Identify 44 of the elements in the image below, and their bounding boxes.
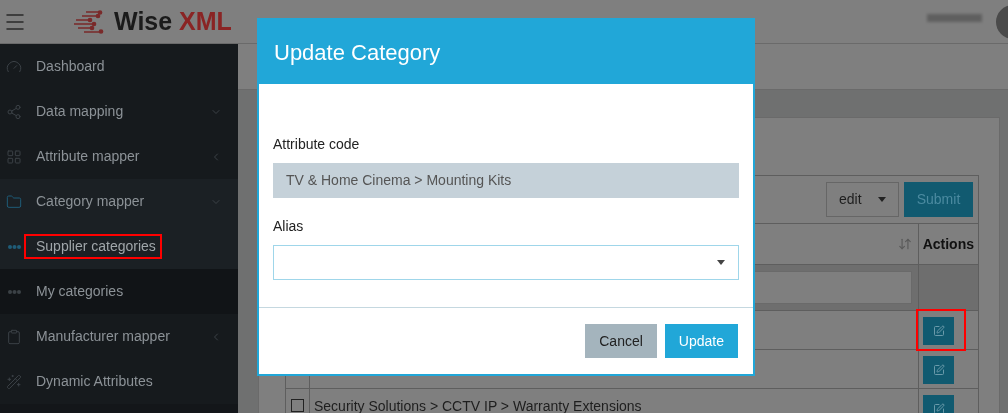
edit-icon xyxy=(932,364,945,376)
sidebar-label: My categories xyxy=(36,282,124,301)
column-header: Actions xyxy=(921,234,975,254)
edit-button[interactable] xyxy=(923,356,954,384)
caret-icon xyxy=(878,197,886,202)
sidebar-item[interactable]: Attribute mapper xyxy=(0,134,238,179)
dialog-title: Update Category xyxy=(274,38,441,67)
sidebar-item[interactable]: Dynamic Attributes xyxy=(0,359,238,404)
user-name xyxy=(927,14,982,22)
sidebar-label: Dashboard xyxy=(36,57,105,76)
attribute-code-field: TV & Home Cinema > Mounting Kits xyxy=(273,163,739,198)
sidebar-item[interactable]: Supplier categories xyxy=(0,224,238,269)
grid-icon xyxy=(6,148,22,165)
edit-icon xyxy=(932,403,945,413)
logo-text: Wise XML xyxy=(114,5,232,37)
sidebar-item[interactable]: Category mapper xyxy=(0,179,238,224)
edit-icon xyxy=(932,325,945,337)
action-select[interactable]: edit xyxy=(826,182,899,217)
clipboard-icon xyxy=(6,328,22,345)
folder-icon xyxy=(6,193,22,210)
cancel-button[interactable]: Cancel xyxy=(585,324,657,358)
share-icon xyxy=(6,103,22,120)
checkbox[interactable] xyxy=(291,399,304,412)
caret-icon xyxy=(717,260,725,265)
category-path: Security Solutions > CCTV IP > Warranty Extensions xyxy=(314,399,642,413)
sort-icon[interactable] xyxy=(897,237,912,251)
sidebar-label: Category mapper xyxy=(36,192,145,211)
sidebar-label: Attribute mapper xyxy=(36,147,140,166)
alias-select[interactable] xyxy=(273,245,739,280)
sidebar-item[interactable]: Dashboard xyxy=(0,44,238,89)
edit-button[interactable] xyxy=(923,317,954,345)
sidebar-label: Supplier categories xyxy=(36,237,156,256)
sidebar-item[interactable]: Data mapping xyxy=(0,89,238,134)
sidebar-label: Manufacturer mapper xyxy=(36,327,170,346)
sidebar-label: Dynamic Attributes xyxy=(36,372,153,391)
logo-icon xyxy=(72,9,104,34)
sidebar-label: Data mapping xyxy=(36,102,124,121)
dots-icon xyxy=(7,289,21,294)
sidebar-item[interactable]: Manufacturer mapper xyxy=(0,314,238,359)
dots-icon xyxy=(7,244,21,249)
field-label: Attribute code xyxy=(273,135,361,154)
gauge-icon xyxy=(6,58,22,75)
wand-icon xyxy=(6,373,22,390)
field-label: Alias xyxy=(273,217,305,236)
